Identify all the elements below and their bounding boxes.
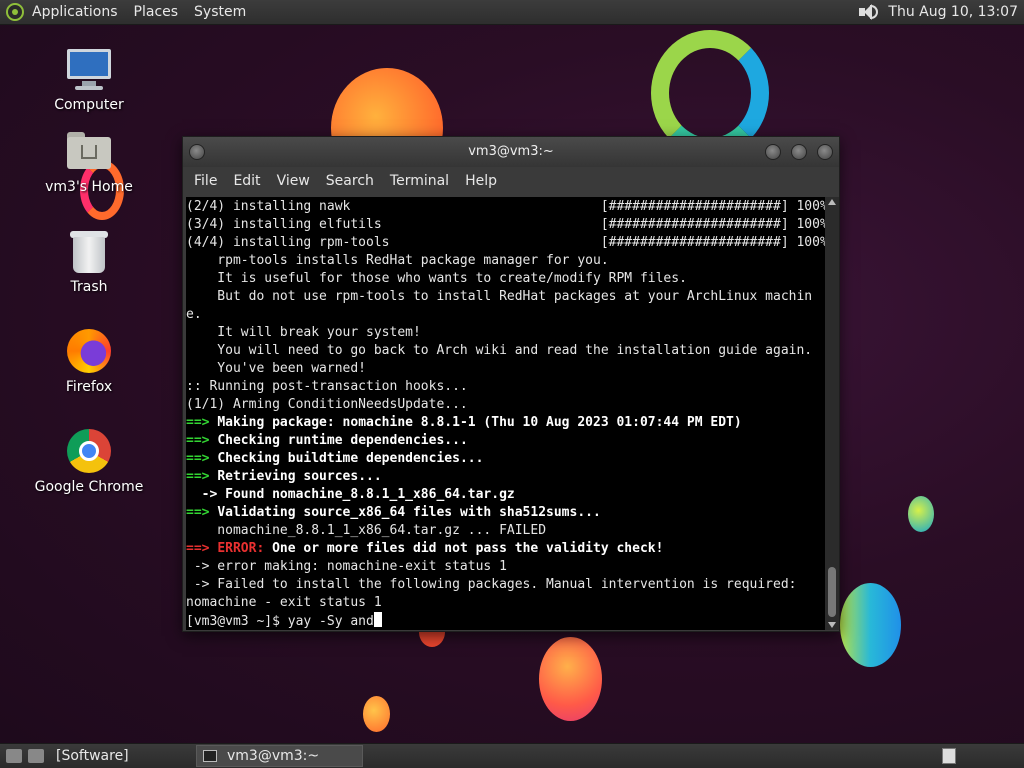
home-folder-icon — [65, 127, 113, 175]
workspace-switcher[interactable] — [942, 748, 956, 764]
desktop-icon-home[interactable]: vm3's Home — [34, 127, 144, 195]
arrow-marker: ==> — [186, 415, 210, 430]
error-label: ERROR: — [217, 541, 265, 556]
scroll-up-arrow-icon[interactable] — [828, 199, 836, 205]
term-line: (1/1) Arming ConditionNeedsUpdate... — [186, 397, 468, 412]
window-title: vm3@vm3:~ — [468, 144, 554, 159]
term-line: One or more files did not pass the valid… — [272, 541, 664, 556]
decor-green-blob — [840, 583, 901, 667]
menu-view[interactable]: View — [269, 167, 318, 195]
desktop-icon-label: vm3's Home — [45, 179, 133, 195]
term-line: -> Failed to install the following packa… — [186, 577, 797, 592]
desktop-icon-firefox[interactable]: Firefox — [34, 327, 144, 395]
term-line: Checking buildtime dependencies... — [217, 451, 484, 466]
terminal-titlebar[interactable]: vm3@vm3:~ — [183, 137, 839, 167]
term-line: It will break your system! — [186, 325, 421, 340]
minimize-button[interactable] — [765, 144, 781, 160]
desktop-icon-label: Computer — [54, 97, 124, 113]
decor-pink-blob — [539, 637, 602, 721]
menu-help[interactable]: Help — [457, 167, 505, 195]
chrome-icon — [65, 427, 113, 475]
term-line: Making package: nomachine 8.8.1-1 (Thu 1… — [217, 415, 742, 430]
scrollbar-thumb[interactable] — [828, 567, 836, 617]
desktop-icon-label: Trash — [70, 279, 108, 295]
term-line: -> error making: nomachine-exit status 1 — [186, 559, 507, 574]
term-line: nomachine_8.8.1_1_x86_64.tar.gz ... FAIL… — [186, 523, 547, 538]
term-line: It is useful for those who wants to crea… — [186, 271, 687, 286]
taskbar-label: [Software] — [56, 748, 129, 764]
desktop-icon-label: Firefox — [65, 379, 113, 395]
maximize-button[interactable] — [791, 144, 807, 160]
desktop-icon-chrome[interactable]: Google Chrome — [34, 427, 144, 495]
term-line: (4/4) installing rpm-tools [############… — [186, 235, 826, 250]
arrow-marker: ==> — [186, 451, 210, 466]
show-desktop-icon[interactable] — [6, 749, 22, 763]
arrow-marker: ==> — [186, 433, 210, 448]
scroll-down-arrow-icon[interactable] — [828, 622, 836, 628]
terminal-output[interactable]: (2/4) installing nawk [#################… — [186, 197, 826, 630]
terminal-window[interactable]: vm3@vm3:~ File Edit View Search Terminal… — [182, 136, 840, 632]
term-line: You've been warned! — [186, 361, 367, 376]
taskbar-label: vm3@vm3:~ — [227, 748, 320, 764]
applications-menu[interactable]: Applications — [24, 0, 126, 25]
term-line: rpm-tools installs RedHat package manage… — [186, 253, 609, 268]
term-line: (3/4) installing elfutils [#############… — [186, 217, 826, 232]
term-line: e. — [186, 307, 202, 322]
taskbar-item-software[interactable]: [Software] — [50, 745, 190, 767]
decor-small-blob — [363, 696, 390, 732]
places-menu[interactable]: Places — [126, 0, 187, 25]
term-line: Checking runtime dependencies... — [217, 433, 468, 448]
term-line: nomachine - exit status 1 — [186, 595, 382, 610]
taskbar-item-terminal[interactable]: vm3@vm3:~ — [196, 745, 363, 767]
term-line: :: Running post-transaction hooks... — [186, 379, 468, 394]
panel-tray: Thu Aug 10, 13:07 — [856, 0, 1024, 25]
term-line: Validating source_x86_64 files with sha5… — [217, 505, 601, 520]
trash-icon — [65, 227, 113, 275]
volume-icon[interactable] — [856, 1, 879, 23]
window-menu-button[interactable] — [189, 144, 205, 160]
menu-file[interactable]: File — [186, 167, 225, 195]
menu-search[interactable]: Search — [318, 167, 382, 195]
computer-icon — [65, 45, 113, 93]
arrow-marker: ==> — [186, 469, 210, 484]
desktop-icon-computer[interactable]: Computer — [34, 45, 144, 113]
software-icon[interactable] — [28, 749, 44, 763]
term-line: Retrieving sources... — [217, 469, 382, 484]
system-menu[interactable]: System — [186, 0, 254, 25]
bottom-panel: [Software] vm3@vm3:~ — [0, 743, 1024, 768]
desktop-icon-label: Google Chrome — [34, 479, 144, 495]
prompt-line: [vm3@vm3 ~]$ yay -Sy and — [186, 614, 374, 629]
term-line: But do not use rpm-tools to install RedH… — [186, 289, 813, 304]
top-panel: Applications Places System Thu Aug 10, 1… — [0, 0, 1024, 25]
term-line: You will need to go back to Arch wiki an… — [186, 343, 813, 358]
close-button[interactable] — [817, 144, 833, 160]
terminal-scrollbar[interactable] — [825, 197, 839, 630]
clock[interactable]: Thu Aug 10, 13:07 — [888, 4, 1018, 20]
arrow-marker: ==> — [186, 541, 210, 556]
text-cursor — [373, 612, 382, 627]
menu-terminal[interactable]: Terminal — [382, 167, 457, 195]
term-line: (2/4) installing nawk [#################… — [186, 199, 826, 214]
terminal-icon — [203, 750, 217, 762]
decor-teal-blob — [908, 496, 934, 532]
terminal-menubar: File Edit View Search Terminal Help — [183, 167, 839, 195]
gnome-foot-icon — [6, 3, 24, 21]
desktop-icon-trash[interactable]: Trash — [34, 227, 144, 295]
arrow-marker: ==> — [186, 505, 210, 520]
term-line: -> Found nomachine_8.8.1_1_x86_64.tar.gz — [186, 487, 515, 502]
menu-edit[interactable]: Edit — [225, 167, 268, 195]
firefox-icon — [65, 327, 113, 375]
